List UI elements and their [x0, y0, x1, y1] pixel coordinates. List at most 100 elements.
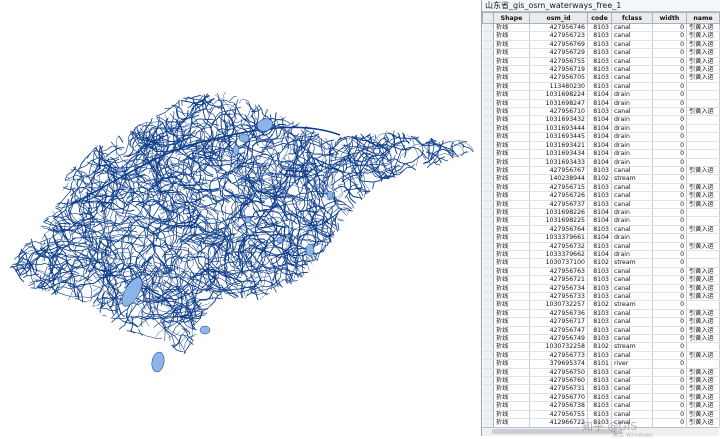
row-selector[interactable] — [483, 141, 494, 149]
row-selector[interactable] — [483, 293, 494, 301]
row-selector[interactable] — [483, 208, 494, 216]
row-selector[interactable] — [483, 133, 494, 141]
row-selector[interactable] — [483, 99, 494, 107]
table-row[interactable]: 折线10316934458104drain0 — [483, 133, 720, 141]
table-row[interactable]: 折线10333796618104drain0 — [483, 234, 720, 242]
table-row[interactable]: 折线4279567218103canal0引黄入运 — [483, 276, 720, 284]
row-selector-box[interactable] — [483, 369, 494, 376]
table-row[interactable]: 折线4279567638103canal0引黄入运 — [483, 267, 720, 275]
table-row[interactable]: 折线4279567318103canal0引黄入运 — [483, 385, 720, 393]
column-header[interactable]: width — [653, 13, 687, 24]
table-row[interactable]: 折线10316982478104drain0 — [483, 99, 720, 107]
row-selector-box[interactable] — [483, 209, 494, 216]
row-selector-box[interactable] — [483, 159, 494, 166]
row-selector-box[interactable] — [483, 259, 494, 266]
row-selector-box[interactable] — [483, 116, 494, 123]
row-selector-box[interactable] — [483, 192, 494, 199]
row-selector[interactable] — [483, 32, 494, 40]
row-selector[interactable] — [483, 368, 494, 376]
row-selector-box[interactable] — [483, 285, 494, 292]
row-selector-box[interactable] — [483, 352, 494, 359]
row-selector[interactable] — [483, 402, 494, 410]
table-row[interactable]: 折线10307322578102stream0 — [483, 301, 720, 309]
row-selector[interactable] — [483, 242, 494, 250]
row-selector[interactable] — [483, 24, 494, 32]
row-selector[interactable] — [483, 393, 494, 401]
table-row[interactable]: 折线4279567238103canal0引黄入运 — [483, 32, 720, 40]
table-row[interactable]: 折线4279567498103canal0引黄入运 — [483, 335, 720, 343]
row-selector[interactable] — [483, 74, 494, 82]
row-selector-box[interactable] — [483, 175, 494, 182]
row-selector[interactable] — [483, 175, 494, 183]
row-selector-box[interactable] — [483, 402, 494, 409]
table-row[interactable]: 折线10307322588102stream0 — [483, 343, 720, 351]
table-row[interactable]: 折线10333796628104drain0 — [483, 250, 720, 258]
row-selector[interactable] — [483, 57, 494, 65]
table-row[interactable]: 折线4279567608103canal0引黄入运 — [483, 377, 720, 385]
table-row[interactable]: 折线10307371008102stream0 — [483, 259, 720, 267]
row-selector-box[interactable] — [483, 83, 494, 90]
row-selector-box[interactable] — [483, 327, 494, 334]
table-row[interactable]: 折线4279567558103canal0引黄入运 — [483, 57, 720, 65]
row-selector[interactable] — [483, 343, 494, 351]
row-selector[interactable] — [483, 259, 494, 267]
row-selector-box[interactable] — [483, 41, 494, 48]
table-row[interactable]: 折线4279567378103canal0引黄入运 — [483, 200, 720, 208]
table-row[interactable]: 折线1134802308103canal0 — [483, 82, 720, 90]
column-header[interactable]: fclass — [612, 13, 653, 24]
row-selector[interactable] — [483, 284, 494, 292]
row-selector-box[interactable] — [483, 108, 494, 115]
table-row[interactable]: 折线10316982248104drain0 — [483, 91, 720, 99]
row-selector-box[interactable] — [483, 217, 494, 224]
table-row[interactable]: 折线4279567708103canal0引黄入运 — [483, 393, 720, 401]
row-selector[interactable] — [483, 66, 494, 74]
row-selector[interactable] — [483, 91, 494, 99]
row-selector-box[interactable] — [483, 243, 494, 250]
row-selector[interactable] — [483, 377, 494, 385]
row-selector[interactable] — [483, 301, 494, 309]
row-selector-box[interactable] — [483, 74, 494, 81]
table-row[interactable]: 折线4279567298103canal0引黄入运 — [483, 49, 720, 57]
row-selector-box[interactable] — [483, 32, 494, 39]
table-row[interactable]: 折线10316934328104drain0 — [483, 116, 720, 124]
row-selector[interactable] — [483, 40, 494, 48]
column-header[interactable]: Shape — [494, 13, 530, 24]
row-selector-box[interactable] — [483, 234, 494, 241]
row-selector[interactable] — [483, 335, 494, 343]
map-view[interactable] — [0, 0, 481, 436]
row-selector[interactable] — [483, 326, 494, 334]
row-selector-box[interactable] — [483, 394, 494, 401]
row-selector-box[interactable] — [483, 335, 494, 342]
table-row[interactable]: 折线4279567268103canal0引黄入运 — [483, 192, 720, 200]
table-row[interactable]: 折线4279567348103canal0引黄入运 — [483, 284, 720, 292]
row-selector-box[interactable] — [483, 377, 494, 384]
row-selector-box[interactable] — [483, 360, 494, 367]
row-selector-box[interactable] — [483, 301, 494, 308]
table-row[interactable]: 折线4279567058103canal0引黄入运 — [483, 74, 720, 82]
row-selector-box[interactable] — [483, 58, 494, 65]
row-selector-box[interactable] — [483, 318, 494, 325]
table-row[interactable]: 折线4279567328103canal0引黄入运 — [483, 242, 720, 250]
row-selector[interactable] — [483, 192, 494, 200]
table-row[interactable]: 折线3796953748101river0 — [483, 360, 720, 368]
table-row[interactable]: 折线4279567678103canal0引黄入运 — [483, 166, 720, 174]
row-selector-box[interactable] — [483, 411, 494, 418]
row-selector[interactable] — [483, 49, 494, 57]
row-selector-box[interactable] — [483, 91, 494, 98]
row-selector[interactable] — [483, 82, 494, 90]
row-selector[interactable] — [483, 318, 494, 326]
table-row[interactable]: 折线4279567108103canal0引黄入运 — [483, 108, 720, 116]
row-selector-box[interactable] — [483, 276, 494, 283]
row-selector-box[interactable] — [483, 184, 494, 191]
table-row[interactable]: 折线4279567468103canal0引黄入运 — [483, 24, 720, 32]
row-selector-box[interactable] — [483, 100, 494, 107]
row-selector-box[interactable] — [483, 293, 494, 300]
row-selector[interactable] — [483, 183, 494, 191]
row-selector[interactable] — [483, 276, 494, 284]
row-selector-box[interactable] — [483, 419, 494, 426]
table-row[interactable]: 折线4279567388103canal0引黄入运 — [483, 402, 720, 410]
row-selector[interactable] — [483, 419, 494, 427]
table-row[interactable]: 折线4279567338103canal0引黄入运 — [483, 293, 720, 301]
row-selector[interactable] — [483, 410, 494, 418]
row-selector[interactable] — [483, 385, 494, 393]
